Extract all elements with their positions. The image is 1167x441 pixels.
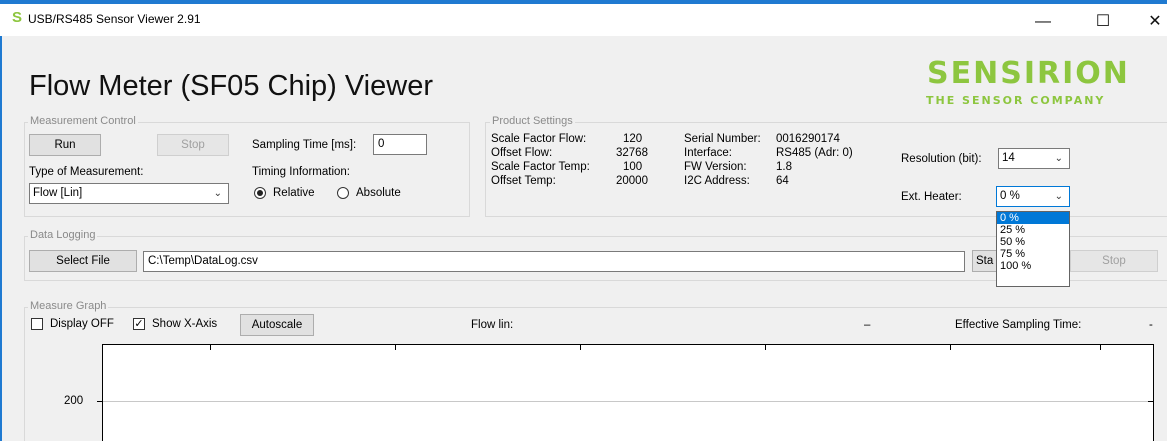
sensirion-s-icon: S xyxy=(12,9,23,26)
timing-information-label: Timing Information: xyxy=(252,166,350,178)
select-file-button[interactable]: Select File xyxy=(29,250,137,272)
x-axis-tick xyxy=(210,345,211,350)
i2c-address-label: I2C Address: xyxy=(684,175,750,187)
heater-option[interactable]: 75 % xyxy=(997,248,1069,260)
offset-flow-value: 32768 xyxy=(616,147,648,159)
data-logging-label: Data Logging xyxy=(28,229,98,241)
relative-radio[interactable] xyxy=(254,187,266,199)
y-axis-tick-label: 200 xyxy=(64,395,84,407)
interface-label: Interface: xyxy=(684,147,732,159)
x-axis-tick xyxy=(765,345,766,350)
x-axis-tick xyxy=(395,345,396,350)
effective-sampling-value: - xyxy=(1149,319,1153,331)
display-off-checkbox[interactable] xyxy=(31,318,43,330)
product-settings-label: Product Settings xyxy=(490,115,575,127)
ext-heater-value: 0 % xyxy=(1000,190,1020,202)
sampling-time-input[interactable]: 0 xyxy=(373,134,427,155)
page-title: Flow Meter (SF05 Chip) Viewer xyxy=(29,70,433,102)
serial-number-label: Serial Number: xyxy=(684,133,761,145)
scale-factor-flow-label: Scale Factor Flow: xyxy=(491,133,587,145)
stop-logging-button[interactable]: Stop xyxy=(1070,250,1158,272)
minimize-button[interactable]: — xyxy=(1028,10,1058,34)
chevron-down-icon: ⌄ xyxy=(1054,191,1063,202)
fw-version-value: 1.8 xyxy=(776,161,792,173)
chevron-down-icon: ⌄ xyxy=(213,188,222,199)
heater-option[interactable]: 0 % xyxy=(997,212,1069,224)
close-button[interactable]: ✕ xyxy=(1140,10,1167,34)
x-axis-tick xyxy=(950,345,951,350)
type-of-measurement-select[interactable]: Flow [Lin] ⌄ xyxy=(29,183,229,204)
chevron-down-icon: ⌄ xyxy=(1054,153,1063,164)
offset-flow-label: Offset Flow: xyxy=(491,147,553,159)
measurement-control-label: Measurement Control xyxy=(28,115,138,127)
effective-sampling-label: Effective Sampling Time: xyxy=(955,319,1082,331)
log-file-path-input[interactable]: C:\Temp\DataLog.csv xyxy=(143,251,965,272)
start-logging-button[interactable]: Sta xyxy=(972,250,998,272)
resolution-label: Resolution (bit): xyxy=(901,153,982,165)
flow-lin-value: – xyxy=(864,319,871,331)
ext-heater-dropdown: 0 % 25 % 50 % 75 % 100 % xyxy=(996,211,1070,287)
heater-option[interactable]: 25 % xyxy=(997,224,1069,236)
x-axis-tick xyxy=(1100,345,1101,350)
graph-gridline xyxy=(103,401,1153,402)
ext-heater-select[interactable]: 0 % ⌄ xyxy=(996,186,1070,207)
type-of-measurement-label: Type of Measurement: xyxy=(29,166,144,178)
flow-lin-label: Flow lin: xyxy=(471,319,514,331)
show-x-axis-label: Show X-Axis xyxy=(152,318,218,330)
resolution-select[interactable]: 14 ⌄ xyxy=(998,148,1070,169)
heater-option[interactable]: 100 % xyxy=(997,260,1069,272)
x-axis-tick xyxy=(580,345,581,350)
window-title: USB/RS485 Sensor Viewer 2.91 xyxy=(28,12,201,26)
measure-graph-plot[interactable] xyxy=(102,344,1154,441)
i2c-address-value: 64 xyxy=(776,175,789,187)
serial-number-value: 0016290174 xyxy=(776,133,840,145)
autoscale-button[interactable]: Autoscale xyxy=(240,314,314,336)
run-button[interactable]: Run xyxy=(29,134,101,156)
heater-option[interactable]: 50 % xyxy=(997,236,1069,248)
maximize-button[interactable]: ☐ xyxy=(1088,10,1118,34)
type-of-measurement-value: Flow [Lin] xyxy=(33,187,83,199)
offset-temp-value: 20000 xyxy=(616,175,648,187)
measure-graph-label: Measure Graph xyxy=(28,300,109,312)
window-titlebar: S USB/RS485 Sensor Viewer 2.91 — ☐ ✕ xyxy=(0,0,1167,36)
sensirion-logo: SENSIRION xyxy=(927,56,1130,91)
y-axis-tick-right xyxy=(1148,401,1153,402)
interface-value: RS485 (Adr: 0) xyxy=(776,147,853,159)
absolute-radio[interactable] xyxy=(337,187,349,199)
absolute-label: Absolute xyxy=(356,187,401,199)
logo-tagline: THE SENSOR COMPANY xyxy=(926,94,1106,107)
relative-label: Relative xyxy=(273,187,315,199)
show-x-axis-checkbox[interactable]: ✓ xyxy=(133,318,145,330)
offset-temp-label: Offset Temp: xyxy=(491,175,556,187)
scale-factor-temp-label: Scale Factor Temp: xyxy=(491,161,590,173)
display-off-label: Display OFF xyxy=(50,318,114,330)
resolution-value: 14 xyxy=(1002,152,1015,164)
ext-heater-label: Ext. Heater: xyxy=(901,191,962,203)
y-axis-tick xyxy=(97,401,102,402)
sampling-time-label: Sampling Time [ms]: xyxy=(252,139,357,151)
stop-button[interactable]: Stop xyxy=(157,134,229,156)
fw-version-label: FW Version: xyxy=(684,161,747,173)
scale-factor-flow-value: 120 xyxy=(623,133,643,145)
scale-factor-temp-value: 100 xyxy=(623,161,643,173)
